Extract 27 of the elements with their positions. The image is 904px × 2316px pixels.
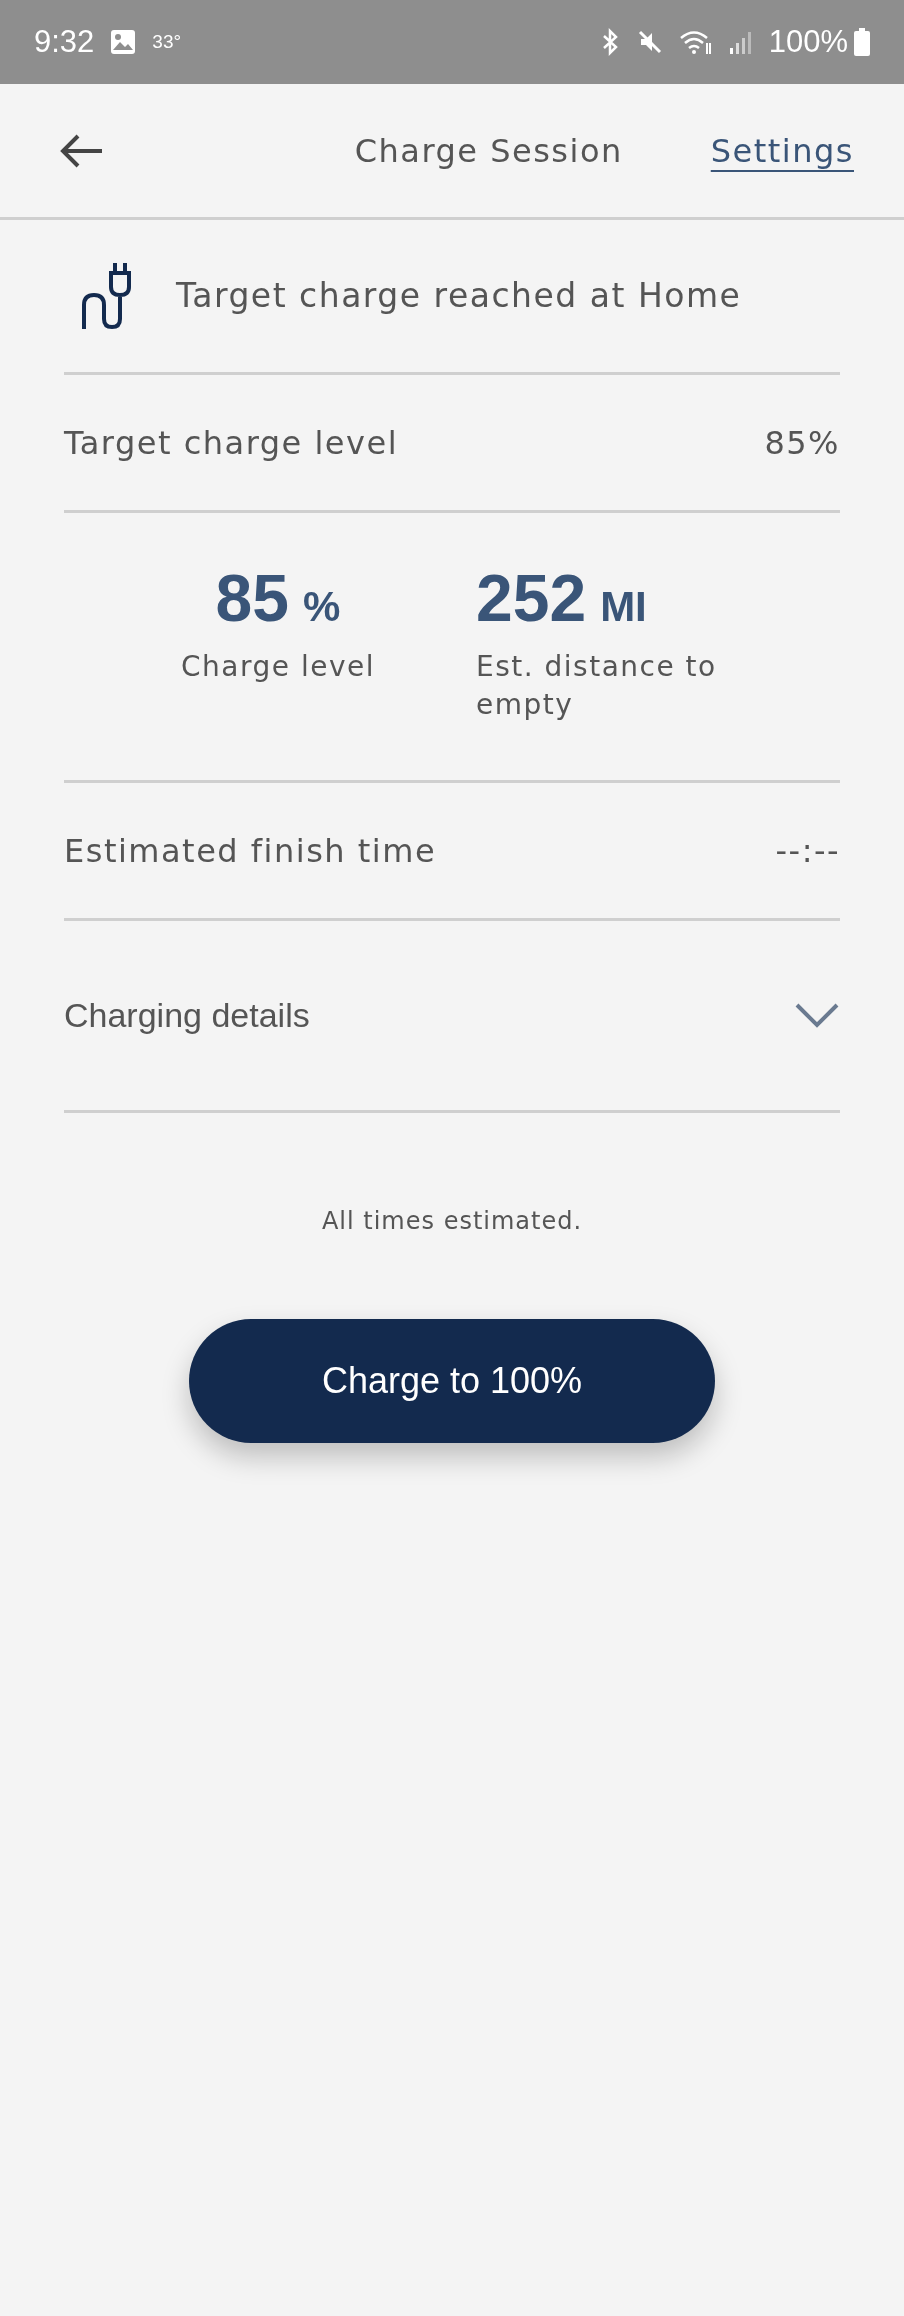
settings-link[interactable]: Settings bbox=[710, 126, 854, 175]
temperature: 33° bbox=[152, 29, 182, 54]
notice-text: Target charge reached at Home bbox=[176, 275, 742, 318]
charge-button[interactable]: Charge to 100% bbox=[189, 1319, 715, 1443]
battery-icon bbox=[854, 28, 870, 56]
stat-unit: % bbox=[303, 582, 341, 632]
clock: 9:32 bbox=[34, 22, 95, 61]
stat-unit: MI bbox=[600, 582, 647, 632]
wifi-icon bbox=[678, 29, 713, 55]
target-charge-label: Target charge level bbox=[64, 422, 398, 464]
target-charge-value: 85% bbox=[764, 422, 840, 464]
signal-icon bbox=[728, 29, 753, 55]
battery-level: 100% bbox=[768, 22, 848, 61]
charging-details-toggle[interactable]: Charging details bbox=[64, 921, 840, 1113]
finish-time-value: --:-- bbox=[775, 830, 840, 872]
image-icon bbox=[110, 29, 137, 55]
back-arrow-icon[interactable] bbox=[60, 132, 104, 169]
screen-title: Charge Session bbox=[354, 130, 623, 172]
stat-label: Charge level bbox=[181, 649, 375, 685]
mute-icon bbox=[636, 29, 663, 55]
finish-time-label: Estimated finish time bbox=[64, 830, 437, 872]
chevron-down-icon bbox=[794, 1001, 840, 1030]
stat-label: Est. distance to empty bbox=[476, 649, 718, 723]
stat-value: 85 bbox=[215, 565, 290, 631]
footnote: All times estimated. bbox=[321, 1206, 583, 1237]
stat-value: 252 bbox=[476, 565, 587, 631]
charging-details-label: Charging details bbox=[64, 995, 310, 1036]
